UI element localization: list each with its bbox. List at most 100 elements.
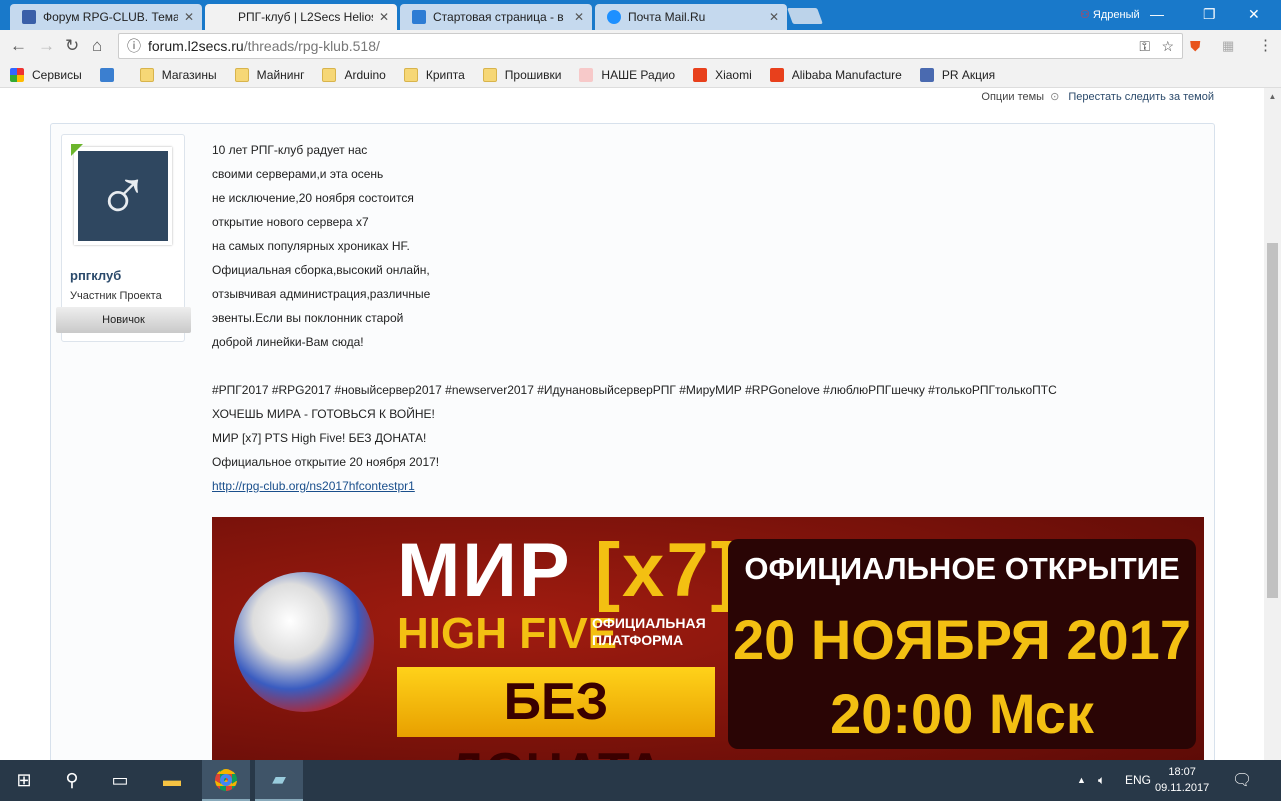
tab-mail-ru[interactable]: Почта Mail.Ru ✕ [595, 4, 787, 30]
app-icon[interactable]: ▰ [255, 760, 303, 801]
chrome-icon[interactable] [202, 760, 250, 801]
promo-banner[interactable]: МИР [x7] HIGH FIVE ОФИЦИАЛЬНАЯ ПЛАТФОРМА … [212, 517, 1204, 760]
scrollbar-thumb[interactable] [1267, 243, 1278, 598]
close-tab-icon[interactable]: ✕ [574, 10, 584, 24]
aliexpress-icon [769, 67, 784, 82]
new-tab-button[interactable] [787, 8, 823, 24]
key-icon[interactable]: ⚿ [1139, 38, 1150, 55]
post-message: 10 лет РПГ-клуб радует нас своими сервер… [212, 138, 1057, 498]
close-tab-icon[interactable]: ✕ [379, 10, 389, 24]
toolbar: ← → ↻ ⌂ ⓘ forum.l2secs.ru/threads/rpg-kl… [0, 30, 1281, 62]
username-link[interactable]: рпгклуб [70, 268, 121, 283]
volume-icon[interactable]: 🔈︎ [1098, 760, 1105, 801]
unwatch-thread-link[interactable]: Перестать следить за темой [1068, 91, 1214, 103]
menu-icon[interactable]: ⋮ [1258, 36, 1273, 54]
extension-shield-icon[interactable]: ⛊ [1190, 38, 1201, 55]
notifications-icon[interactable]: 🗨︎ [1232, 760, 1252, 801]
rank-badge: Новичок [56, 307, 191, 333]
banner-opening: ОФИЦИАЛЬНОЕ ОТКРЫТИЕ [744, 551, 1180, 586]
folder-icon [234, 67, 249, 82]
thread-controls: Опции темы ⊙ Перестать следить за темой [975, 90, 1214, 103]
home-icon[interactable]: ⌂ [92, 36, 102, 56]
message-line: Официальное открытие 20 ноября 2017! [212, 455, 440, 469]
hashtags: #РПГ2017 #RPG2017 #новыйсервер2017 #news… [212, 383, 1057, 397]
close-window-button[interactable]: ✕ [1248, 6, 1260, 23]
message-line: 10 лет РПГ-клуб радует нас [212, 143, 368, 157]
reload-icon[interactable]: ↻ [65, 36, 79, 56]
user-title: Участник Проекта [70, 290, 162, 302]
message-line: МИР [x7] PTS High Five! БЕЗ ДОНАТА! [212, 431, 427, 445]
address-bar[interactable]: ⓘ forum.l2secs.ru/threads/rpg-klub.518/ … [118, 33, 1183, 59]
folder-icon [322, 67, 337, 82]
post-link[interactable]: http://rpg-club.org/ns2017hfcontestpr1 [212, 479, 415, 493]
minimize-button[interactable]: — [1150, 6, 1164, 22]
crest-icon [919, 67, 934, 82]
user-card: ♂ рпгклуб Участник Проекта Новичок [56, 134, 191, 342]
message-line: ХОЧЕШЬ МИРА - ГОТОВЬСЯ К ВОЙНЕ! [212, 407, 435, 421]
tab-start-page[interactable]: Стартовая страница - в ✕ [400, 4, 592, 30]
avatar[interactable]: ♂ [74, 147, 172, 245]
profile-button[interactable]: ⚇ Ядреный [1080, 8, 1140, 21]
message-line: Официальная сборка,высокий онлайн, [212, 263, 430, 277]
message-line: эвенты.Если вы поклонник старой [212, 311, 404, 325]
bookmark-folder-shops[interactable]: Магазины [139, 67, 217, 82]
bookmark-folder-mining[interactable]: Майнинг [234, 67, 304, 82]
message-line: отзывчивая администрация,различные [212, 287, 431, 301]
mail-icon [607, 10, 621, 24]
bookmark-alibaba[interactable]: Alibaba Manufacture [769, 67, 902, 82]
maximize-button[interactable]: ❐ [1203, 6, 1216, 23]
profile-icon: ⚇ [1080, 9, 1093, 21]
apps-icon [10, 67, 24, 82]
apple-icon [217, 10, 231, 24]
language-indicator[interactable]: ENG [1125, 760, 1151, 801]
bookmark-folder-crypto[interactable]: Крипта [403, 67, 465, 82]
bookmark-folder-arduino[interactable]: Arduino [322, 67, 386, 82]
banner-time: 20:00 Мск [830, 682, 1094, 745]
banner-high-five: HIGH FIVE [397, 609, 618, 658]
back-icon[interactable]: ← [10, 36, 27, 56]
extension-grid-icon[interactable]: ▦ [1222, 38, 1234, 54]
close-tab-icon[interactable]: ✕ [184, 10, 194, 24]
scroll-up-icon[interactable]: ▲ [1264, 92, 1281, 101]
bookmark-xiaomi[interactable]: Xiaomi [693, 67, 752, 82]
task-view-icon[interactable]: ▭ [96, 760, 144, 801]
scrollbar[interactable]: ▲ [1264, 88, 1281, 760]
radio-icon [579, 67, 594, 82]
grid-icon [99, 67, 114, 82]
close-tab-icon[interactable]: ✕ [769, 10, 779, 24]
tab-rpg-klub[interactable]: РПГ-клуб | L2Secs Helios ✕ [205, 4, 397, 30]
message-line: доброй линейки-Вам сюда! [212, 335, 364, 349]
bookmark-nashe-radio[interactable]: НАШЕ Радио [579, 67, 675, 82]
taskbar: ⊞ ⚲ ▭ ▬ ▰ ▲ 🔈︎ ENG 18:07 09.11.2017 🗨︎ [0, 760, 1281, 801]
thread-options-link[interactable]: Опции темы [981, 91, 1044, 103]
bookmark-grid[interactable] [99, 67, 122, 82]
chevron-down-icon[interactable]: ⊙ [1050, 91, 1059, 103]
star-icon[interactable]: ☆ [1161, 38, 1174, 55]
banner-no-donate: БЕЗ ДОНАТА [397, 667, 715, 760]
message-line: на самых популярных хрониках HF. [212, 239, 410, 253]
post: ♂ рпгклуб Участник Проекта Новичок 10 ле… [50, 123, 1215, 760]
windows-start-icon[interactable]: ⊞ [0, 760, 48, 801]
folder-icon [139, 67, 154, 82]
bookmark-services[interactable]: Сервисы [10, 67, 82, 82]
folder-icon [403, 67, 418, 82]
message-line: своими серверами,и эта осень [212, 167, 384, 181]
file-explorer-icon[interactable]: ▬ [148, 760, 196, 801]
banner-date: 20 НОЯБРЯ 2017 [733, 608, 1191, 671]
forward-icon[interactable]: → [38, 36, 55, 56]
crest-icon [22, 10, 36, 24]
tab-forum-rpg-club[interactable]: Форум RPG-CLUB. Тема ✕ [10, 4, 202, 30]
search-icon[interactable]: ⚲ [48, 760, 96, 801]
clock[interactable]: 18:07 09.11.2017 [1155, 764, 1209, 796]
message-line: открытие нового сервера x7 [212, 215, 369, 229]
folder-icon [482, 67, 497, 82]
info-icon: ⓘ [127, 38, 141, 54]
male-icon: ♂ [96, 156, 150, 236]
bookmark-folder-firmware[interactable]: Прошивки [482, 67, 561, 82]
aliexpress-icon [693, 67, 708, 82]
banner-title: МИР [x7] [397, 528, 738, 613]
bookmark-pr-action[interactable]: PR Акция [919, 67, 995, 82]
banner-date-box: ОФИЦИАЛЬНОЕ ОТКРЫТИЕ 20 НОЯБРЯ 2017 20:0… [728, 539, 1196, 749]
show-hidden-icons[interactable]: ▲ [1077, 760, 1086, 801]
bookmarks-bar: Сервисы Магазины Майнинг Arduino Крипта … [0, 62, 1281, 88]
